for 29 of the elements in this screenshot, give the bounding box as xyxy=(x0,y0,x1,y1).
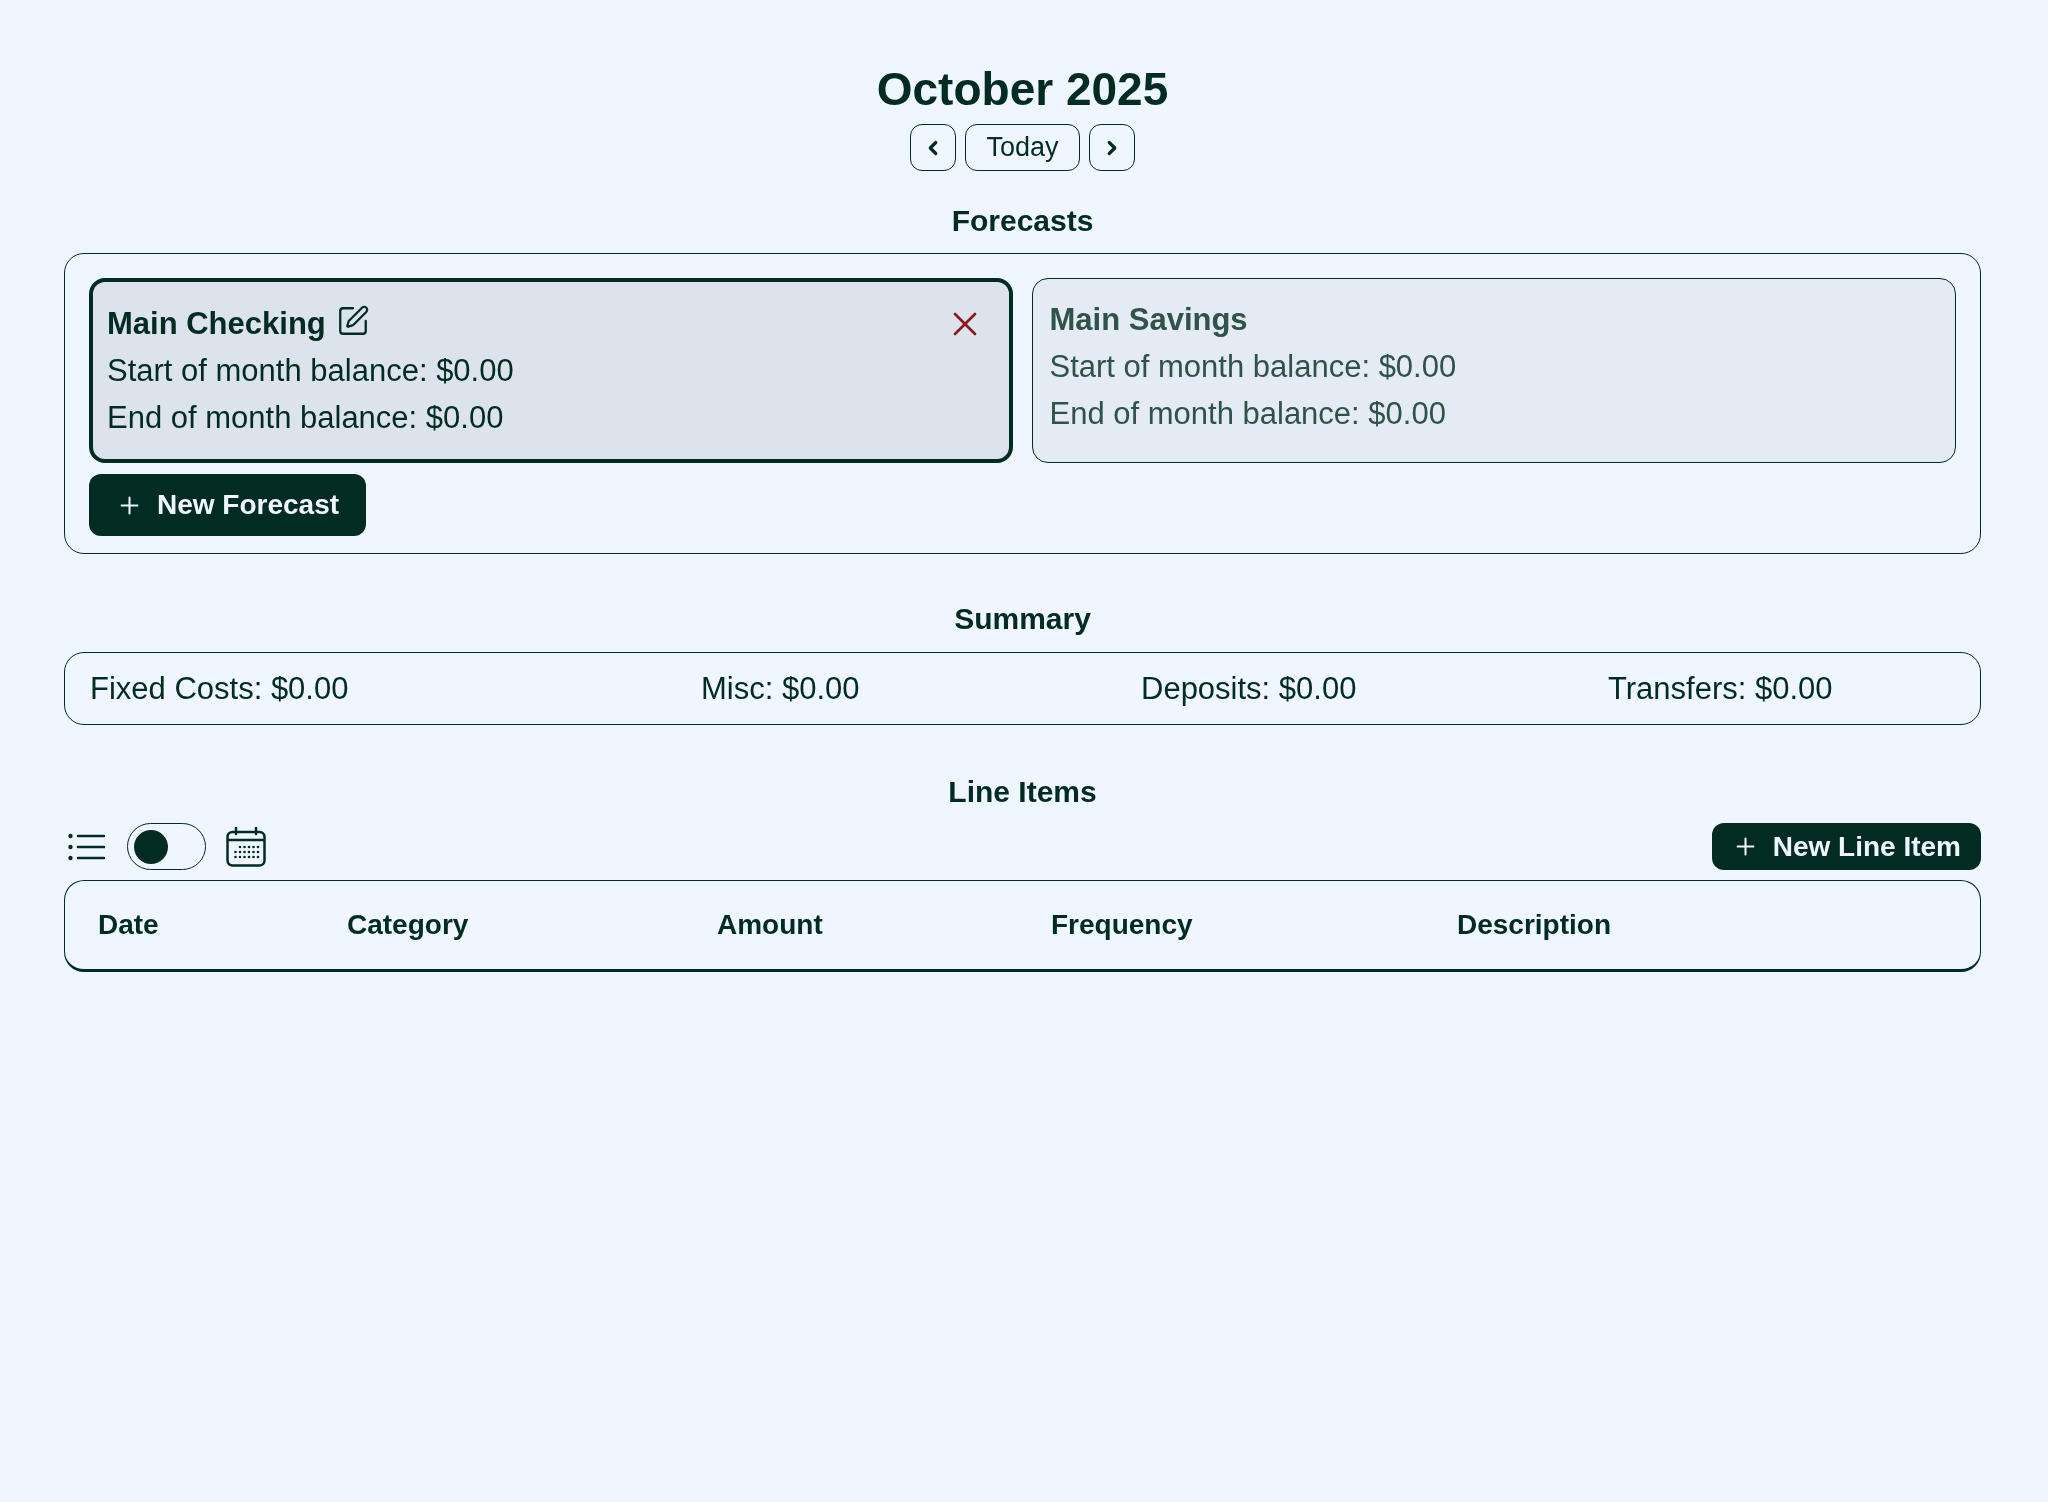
summary-total: Transfers: $0.00 xyxy=(1608,669,1834,708)
today-button[interactable]: Today xyxy=(965,124,1080,171)
forecast-name: Main Savings xyxy=(1049,301,1248,339)
start-balance-text: Start of month balance: $0.00 xyxy=(1049,348,1458,386)
end-balance-text: End of month balance: $0.00 xyxy=(1049,395,1447,433)
toggle-knob xyxy=(134,829,168,864)
column-header: Category xyxy=(347,908,470,942)
line-items-heading: Line Items xyxy=(947,774,1098,810)
start-balance-text: Start of month balance: $0.00 xyxy=(107,352,515,390)
forecasts-heading: Forecasts xyxy=(950,203,1095,239)
summary-total: Deposits: $0.00 xyxy=(1141,669,1358,708)
previous-month-button[interactable] xyxy=(910,124,956,171)
summary-total: Misc: $0.00 xyxy=(701,669,861,708)
column-header: Amount xyxy=(717,908,824,942)
end-balance-text: End of month balance: $0.00 xyxy=(107,399,505,437)
forecast-card[interactable]: Main Checking Start of month balance: $0.00 End of month balance: $0.00 xyxy=(89,278,1013,463)
forecast-name: Main Checking xyxy=(107,305,326,343)
summary-heading: Summary xyxy=(953,601,1092,637)
new-line-item-button[interactable]: New Line Item xyxy=(1711,823,1981,870)
forecast-card[interactable]: Main Savings Start of month balance: $0.00 End of month balance: $0.00 xyxy=(1032,278,1956,463)
next-month-button[interactable] xyxy=(1089,124,1135,171)
month-title: October 2025 xyxy=(876,63,1169,115)
calendar-icon[interactable] xyxy=(226,826,266,867)
new-forecast-button[interactable]: New Forecast xyxy=(89,474,367,536)
column-header: Description xyxy=(1457,908,1613,942)
list-icon[interactable] xyxy=(68,832,105,861)
column-header: Frequency xyxy=(1051,908,1194,942)
summary-total: Fixed Costs: $0.00 xyxy=(90,669,350,708)
column-header: Date xyxy=(98,908,160,942)
